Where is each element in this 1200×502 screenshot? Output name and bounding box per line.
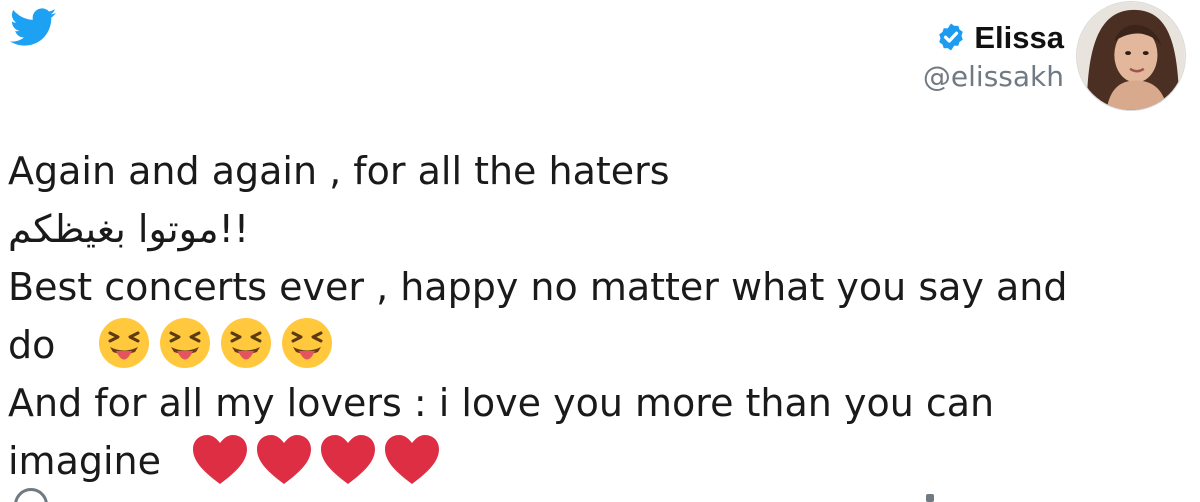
- twitter-bird-icon[interactable]: [6, 4, 62, 50]
- name-row: Elissa: [936, 22, 1064, 53]
- tweet-line-with-emoji: do: [8, 316, 1188, 374]
- reply-icon[interactable]: [14, 488, 48, 502]
- red-heart-icon: [385, 434, 440, 484]
- red-heart-icon: [321, 434, 376, 484]
- heart-group: [187, 434, 441, 486]
- avatar[interactable]: [1076, 1, 1186, 111]
- tweet-line: Again and again , for all the haters: [8, 149, 670, 193]
- emoji-group: [93, 316, 334, 370]
- red-heart-icon: [193, 434, 248, 484]
- squinting-tongue-emoji-icon: [282, 317, 333, 368]
- squinting-tongue-emoji-icon: [99, 317, 150, 368]
- tweet-line-text: imagine: [8, 439, 162, 483]
- verified-badge-icon: [939, 23, 964, 51]
- author-handle[interactable]: @elissakh: [923, 62, 1064, 91]
- tweet-line-arabic: !!موتوا بغيظكم: [8, 207, 250, 251]
- red-heart-icon: [257, 434, 312, 484]
- tweet-text: Again and again , for all the haters !!م…: [8, 142, 1188, 490]
- tweet-author[interactable]: Elissa @elissakh: [923, 0, 1186, 112]
- squinting-tongue-emoji-icon: [221, 317, 272, 368]
- tweet-screenshot: Elissa @elissakh Again and again , for a…: [0, 0, 1200, 502]
- tweet-line: Best concerts ever , happy no matter wha…: [8, 265, 1068, 309]
- tweet-line-with-emoji: imagine: [8, 432, 1188, 490]
- squinting-tongue-emoji-icon: [160, 317, 211, 368]
- author-display-name[interactable]: Elissa: [974, 22, 1064, 53]
- tweet-line-text: do: [8, 323, 56, 367]
- action-icon[interactable]: [926, 494, 934, 502]
- tweet-line: And for all my lovers : i love you more …: [8, 381, 995, 425]
- author-names: Elissa @elissakh: [923, 22, 1064, 91]
